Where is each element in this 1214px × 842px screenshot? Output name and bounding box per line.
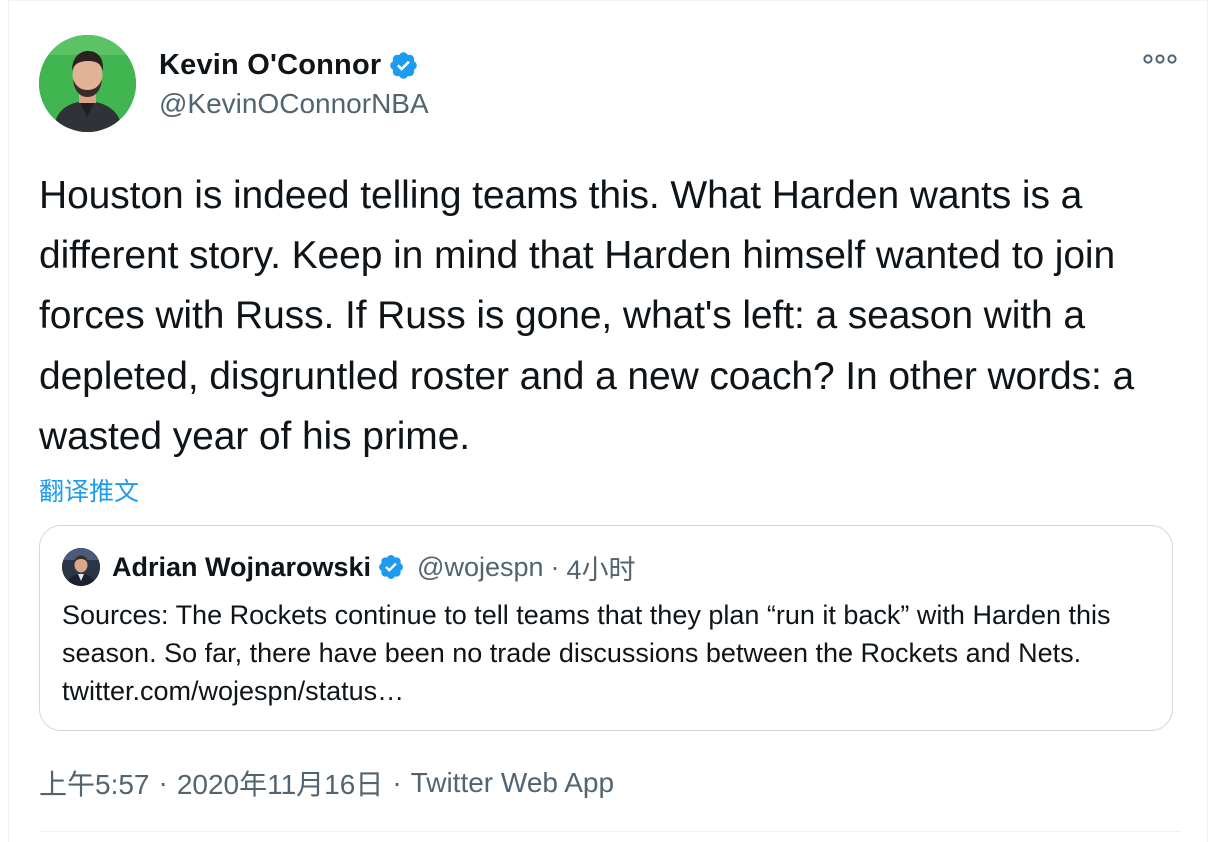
meta-separator-2: ·	[392, 767, 402, 798]
quoted-timestamp: 4小时	[566, 554, 636, 585]
tweet-header: Kevin O'Connor @KevinOConnorNBA	[39, 34, 1181, 132]
quoted-verified-badge-icon	[377, 553, 405, 581]
quoted-author-avatar	[62, 548, 100, 586]
tweet-card: Kevin O'Connor @KevinOConnorNBA Houston …	[8, 0, 1208, 842]
quoted-avatar-image	[62, 548, 100, 586]
author-name-row: Kevin O'Connor	[159, 46, 429, 84]
quoted-tweet-text: Sources: The Rockets continue to tell te…	[62, 600, 1111, 706]
divider	[39, 831, 1181, 832]
author-handle[interactable]: @KevinOConnorNBA	[159, 88, 429, 120]
author-name[interactable]: Kevin O'Connor	[159, 49, 381, 82]
more-horizontal-icon	[1143, 54, 1177, 64]
tweet-text: Houston is indeed telling teams this. Wh…	[39, 174, 1135, 458]
translate-tweet-link[interactable]: 翻译推文	[39, 472, 139, 508]
verified-badge-icon	[388, 50, 419, 81]
tweet-time[interactable]: 上午5:57	[39, 763, 150, 803]
quoted-author-handle: @wojespn	[417, 551, 544, 582]
tweet-source-app[interactable]: Twitter Web App	[411, 767, 614, 799]
author-avatar[interactable]	[39, 34, 136, 132]
quoted-tweet[interactable]: Adrian Wojnarowski @wojespn · 4小时 Source…	[39, 525, 1173, 731]
meta-separator: ·	[158, 767, 168, 798]
quoted-author-name: Adrian Wojnarowski	[112, 551, 372, 582]
quoted-tweet-header: Adrian Wojnarowski @wojespn · 4小时	[62, 546, 1150, 588]
tweet-metadata: 上午5:57 · 2020年11月16日 · Twitter Web App	[39, 763, 614, 803]
tweet-date[interactable]: 2020年11月16日	[177, 763, 384, 803]
author-info: Kevin O'Connor @KevinOConnorNBA	[159, 46, 429, 120]
more-options-button[interactable]	[1141, 45, 1179, 73]
avatar-image	[39, 34, 136, 132]
quoted-separator: ·	[550, 551, 560, 582]
